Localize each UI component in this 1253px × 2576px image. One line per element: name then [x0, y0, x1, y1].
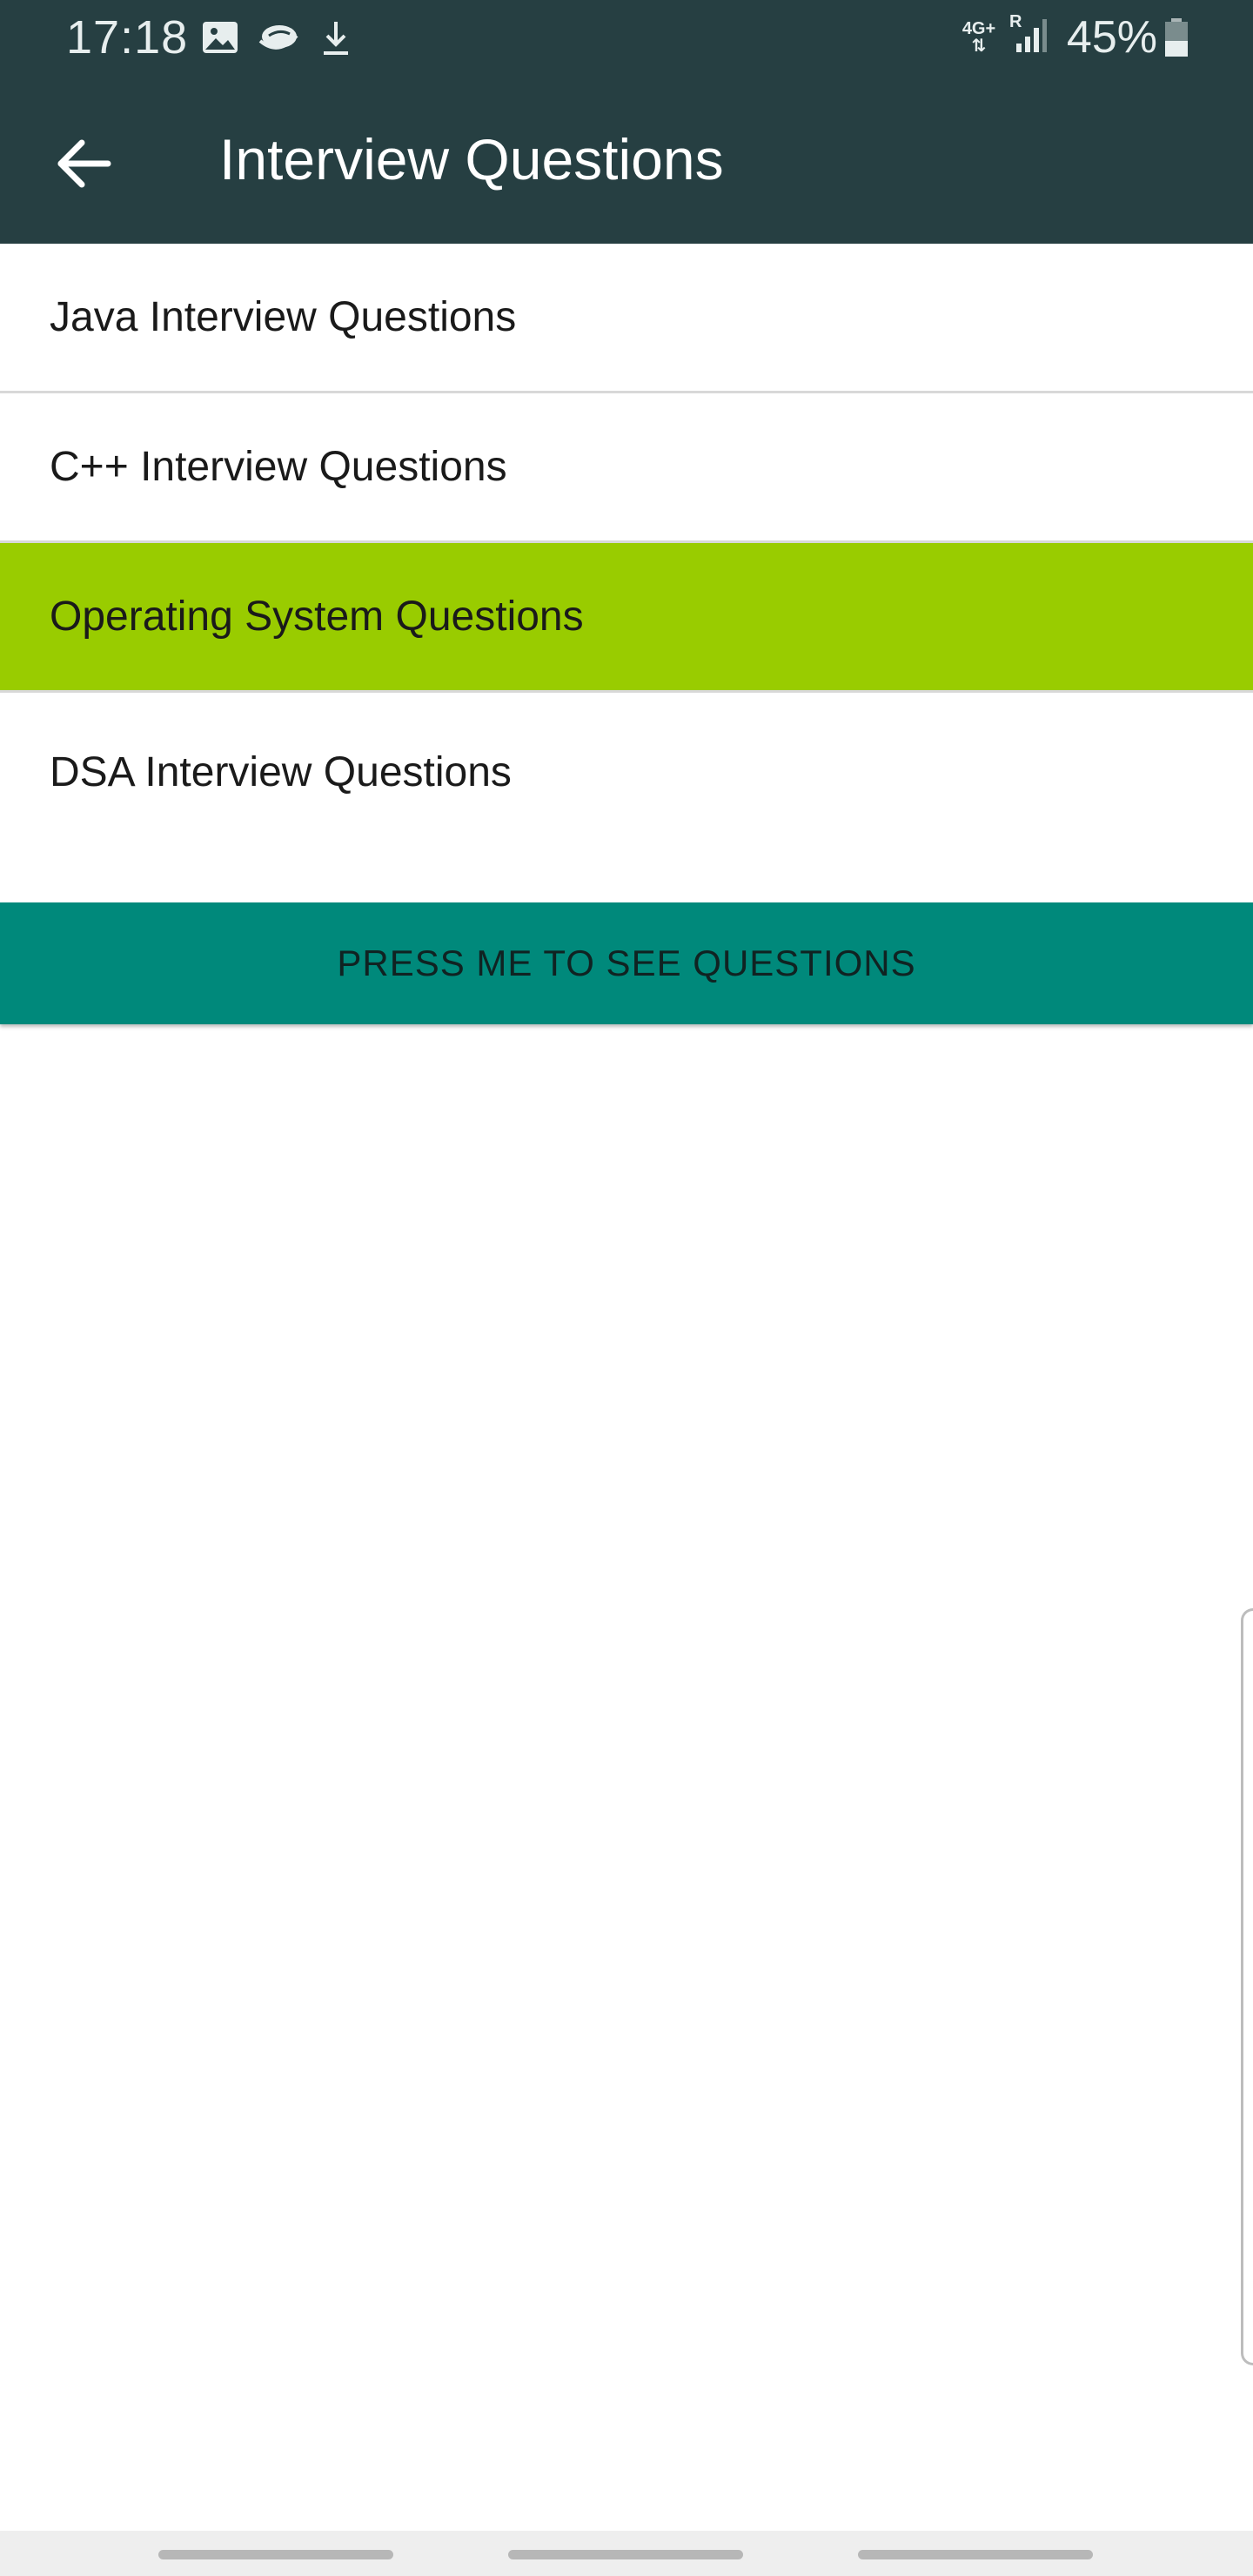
status-bar: 17:18 4G+ ⇅ R 45%: [0, 0, 1253, 75]
app-bar: Interview Questions: [0, 75, 1253, 244]
list-item-label: DSA Interview Questions: [50, 749, 512, 795]
question-category-list: Java Interview Questions C++ Interview Q…: [0, 244, 1253, 867]
network-label: 4G+: [962, 19, 996, 38]
cloud-icon: [256, 14, 301, 61]
list-item-operating-system[interactable]: Operating System Questions: [0, 543, 1253, 693]
list-item-label: C++ Interview Questions: [50, 443, 507, 490]
download-icon: [318, 14, 353, 61]
nav-gesture-left[interactable]: [158, 2550, 393, 2559]
list-item-dsa[interactable]: DSA Interview Questions: [0, 693, 1253, 867]
see-questions-button[interactable]: PRESS ME TO SEE QUESTIONS: [0, 902, 1253, 1024]
nav-gesture-right[interactable]: [858, 2550, 1093, 2559]
network-icon: 4G+ ⇅: [957, 14, 1001, 61]
nav-gesture-home[interactable]: [508, 2550, 743, 2559]
battery-icon: [1163, 14, 1190, 61]
edge-panel-handle[interactable]: [1241, 1608, 1253, 2365]
battery-fill: [1165, 41, 1188, 57]
signal-icon: R: [1006, 12, 1049, 61]
battery-percent: 45%: [1066, 12, 1157, 63]
data-arrows-icon: ⇅: [971, 37, 987, 56]
status-time: 17:18: [66, 11, 189, 64]
list-item-label: Operating System Questions: [50, 593, 584, 640]
back-button[interactable]: [40, 120, 127, 207]
list-item-java[interactable]: Java Interview Questions: [0, 244, 1253, 393]
page-title: Interview Questions: [219, 127, 724, 191]
roaming-label: R: [1009, 12, 1022, 31]
list-item-cpp[interactable]: C++ Interview Questions: [0, 393, 1253, 543]
arrow-left-icon: [57, 139, 111, 188]
navigation-bar: [0, 2531, 1253, 2576]
image-icon: [200, 14, 240, 61]
list-item-label: Java Interview Questions: [50, 293, 517, 340]
